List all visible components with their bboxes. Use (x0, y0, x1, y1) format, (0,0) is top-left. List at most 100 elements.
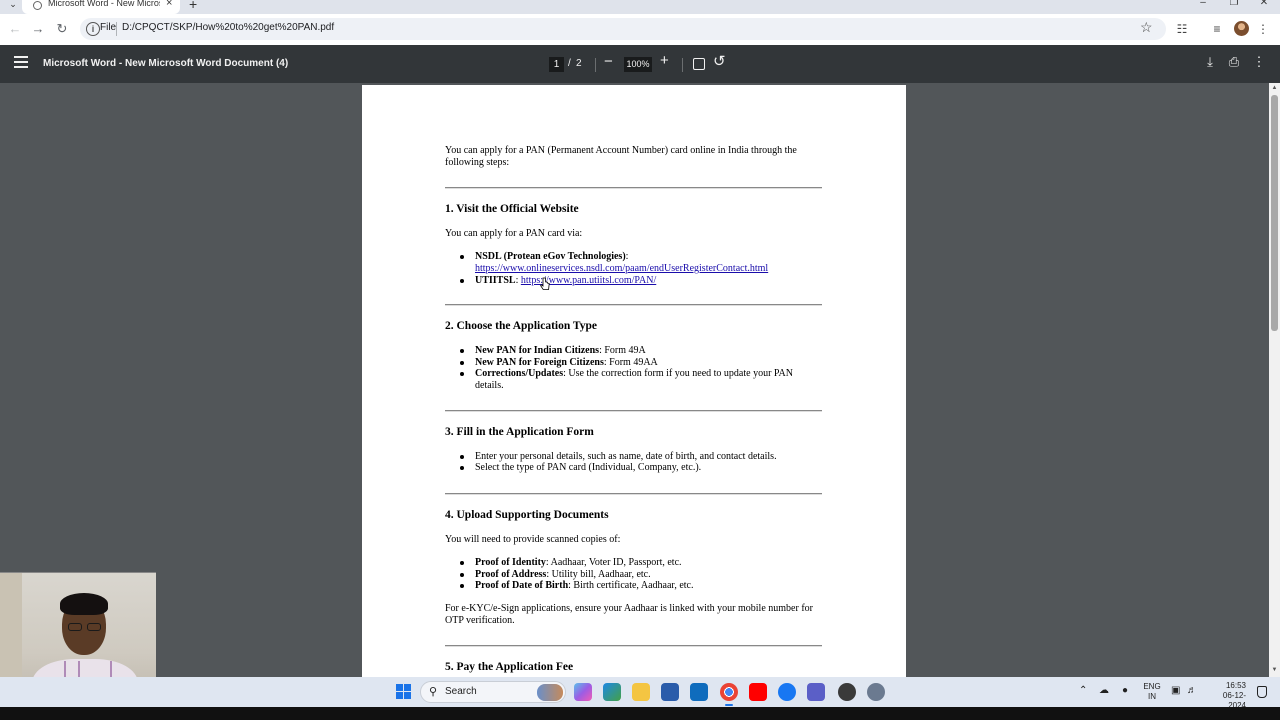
store-icon[interactable] (661, 683, 679, 701)
windows-taskbar: ⚲ Search ⌃ ☁ ● ENG IN ▣ ♬ 16:53 06-12-20… (0, 677, 1280, 710)
language-indicator[interactable]: ENG IN (1143, 682, 1161, 702)
section-heading: 1. Visit the Official Website (445, 203, 579, 215)
page-number-input[interactable]: 1 (549, 57, 564, 72)
app-icon[interactable] (838, 683, 856, 701)
bullet (460, 255, 464, 259)
list-item-separator: : (625, 251, 629, 262)
youtube-icon[interactable] (749, 683, 767, 701)
search-label: Search (445, 686, 477, 697)
list-item-text: : Utility bill, Aadhaar, etc. (546, 569, 651, 580)
profile-avatar[interactable] (1234, 21, 1249, 36)
list-item-text: : Form 49A (599, 345, 646, 356)
horizontal-rule (445, 645, 822, 647)
list-item-label: Proof of Identity (475, 557, 546, 568)
onedrive-cloud-icon[interactable]: ☁ (1099, 685, 1109, 696)
bullet (460, 372, 464, 376)
scroll-down-arrow-icon[interactable]: ▼ (1269, 665, 1280, 675)
nsdl-link[interactable]: https://www.onlineservices.nsdl.com/paam… (475, 263, 768, 274)
bookmark-star-icon[interactable]: ☆ (1140, 19, 1153, 36)
bullet (460, 279, 464, 283)
info-icon[interactable]: i (86, 22, 100, 36)
list-item: Proof of Date of Birth: Birth certificat… (475, 580, 805, 592)
zoom-in-icon[interactable]: + (660, 52, 669, 69)
browser-menu-icon[interactable]: ⋮ (1255, 21, 1271, 37)
chrome-icon[interactable] (720, 683, 738, 706)
list-item-text: : Form 49AA (603, 357, 658, 368)
pdf-page: You can apply for a PAN (Permanent Accou… (362, 85, 906, 677)
list-item: NSDL (Protean eGov Technologies): https:/… (475, 251, 805, 274)
bullet (460, 466, 464, 470)
taskbar-search[interactable]: ⚲ Search (420, 681, 566, 703)
glasses-lens (87, 623, 101, 631)
section-heading: 5. Pay the Application Fee (445, 661, 574, 673)
region-code: IN (1148, 692, 1156, 701)
back-arrow-icon[interactable]: ← (6, 20, 24, 38)
restore-icon[interactable]: ❐ (1227, 0, 1241, 8)
windows-start-icon[interactable] (396, 684, 412, 700)
new-tab-button[interactable]: + (189, 0, 197, 12)
screen: ⌄ Microsoft Word - New Microsoft Word Do… (0, 0, 1280, 720)
list-item: Enter your personal details, such as nam… (475, 451, 777, 462)
facebook-icon[interactable] (778, 683, 796, 701)
list-item-text: : Birth certificate, Aadhaar, etc. (568, 580, 694, 591)
forward-arrow-icon[interactable]: → (29, 20, 47, 38)
teams-icon[interactable] (807, 683, 825, 701)
section-text: You can apply for a PAN card via: (445, 228, 583, 239)
extensions-puzzle-icon[interactable]: ☷ (1174, 21, 1190, 37)
pdf-document-title: Microsoft Word - New Microsoft Word Docu… (43, 58, 289, 69)
section-heading: 2. Choose the Application Type (445, 320, 597, 332)
network-icon[interactable]: ▣ (1171, 685, 1180, 696)
list-item: Select the type of PAN card (Individual,… (475, 462, 702, 473)
scroll-up-arrow-icon[interactable]: ▲ (1269, 83, 1280, 93)
tab-close-icon[interactable]: × (166, 0, 172, 9)
tab-search-chevron-icon[interactable]: ⌄ (6, 0, 20, 10)
settings-gear-icon[interactable] (867, 683, 885, 701)
section-heading: 4. Upload Supporting Documents (445, 509, 609, 521)
search-highlight-icon (537, 684, 563, 701)
fit-to-page-icon[interactable] (693, 58, 705, 70)
search-icon: ⚲ (429, 686, 438, 698)
scrollbar-thumb[interactable] (1271, 95, 1278, 331)
microphone-icon[interactable]: ● (1122, 685, 1128, 696)
list-item-label: Proof of Address (475, 569, 547, 580)
section-heading: 3. Fill in the Application Form (445, 426, 594, 438)
clock-time: 16:53 (1225, 681, 1246, 690)
close-window-icon[interactable]: ✕ (1257, 0, 1271, 8)
page-total: 2 (576, 58, 582, 69)
volume-icon[interactable]: ♬ (1187, 685, 1197, 696)
reload-icon[interactable]: ↻ (53, 20, 71, 38)
list-item: New PAN for Indian Citizens: Form 49A (475, 345, 805, 357)
browser-toolbar: ← → ↻ i File D:/CPQCT/SKP/How%20to%20get… (0, 14, 1280, 45)
download-icon[interactable]: ⤓ (1202, 54, 1218, 70)
file-explorer-icon[interactable] (632, 683, 650, 701)
bullet (460, 349, 464, 353)
address-url[interactable]: D:/CPQCT/SKP/How%20to%20get%20PAN.pdf (122, 22, 334, 33)
media-queue-icon[interactable]: ≡ (1209, 21, 1225, 37)
tray-chevron-up-icon[interactable]: ⌃ (1079, 685, 1087, 696)
hand-cursor-icon (540, 277, 550, 290)
tab-title: Microsoft Word - New Microsoft Word Docu… (48, 0, 160, 8)
more-options-icon[interactable]: ⋮ (1251, 54, 1267, 70)
sidebar-menu-icon[interactable] (14, 56, 28, 70)
print-icon[interactable]: ⎙ (1226, 54, 1242, 70)
zoom-out-icon[interactable]: − (604, 53, 613, 70)
zoom-input[interactable]: 100% (624, 57, 652, 72)
address-divider (116, 22, 117, 36)
browser-tab[interactable]: Microsoft Word - New Microsoft Word Docu… (22, 0, 180, 14)
minimize-icon[interactable]: – (1196, 0, 1210, 8)
bullet (460, 455, 464, 459)
list-item: Proof of Address: Utility bill, Aadhaar,… (475, 569, 805, 581)
section-note: For e-KYC/e-Sign applications, ensure yo… (445, 603, 813, 626)
list-item-label: New PAN for Foreign Citizens (475, 357, 604, 368)
vertical-scrollbar[interactable]: ▲ ▼ (1269, 83, 1280, 677)
address-bar[interactable]: i File D:/CPQCT/SKP/How%20to%20get%20PAN… (80, 18, 1166, 40)
notification-bell-icon[interactable] (1257, 686, 1267, 698)
rotate-icon[interactable]: ↺ (713, 52, 726, 70)
section-text: You will need to provide scanned copies … (445, 534, 621, 545)
copilot-icon[interactable] (574, 683, 592, 701)
list-item: Corrections/Updates: Use the correction … (475, 368, 805, 391)
list-item-label: Corrections/Updates (475, 368, 564, 379)
list-item-label: UTIITSL (475, 275, 516, 286)
edge-icon[interactable] (603, 683, 621, 701)
outlook-icon[interactable] (690, 683, 708, 701)
